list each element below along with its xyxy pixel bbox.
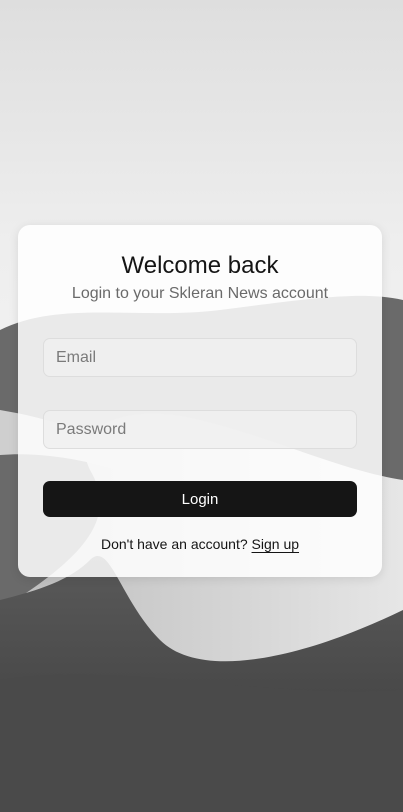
page-subtitle: Login to your Skleran News account	[71, 285, 329, 302]
signup-prompt: Don't have an account? Sign up	[18, 535, 382, 553]
login-button[interactable]: Login	[43, 481, 357, 517]
login-screen: Welcome back Login to your Skleran News …	[0, 0, 403, 812]
page-title: Welcome back	[121, 252, 279, 279]
password-field[interactable]	[43, 410, 357, 449]
login-card: Welcome back Login to your Skleran News …	[18, 225, 382, 577]
email-field[interactable]	[43, 338, 357, 377]
no-account-text: Don't have an account?	[100, 536, 248, 552]
signup-link[interactable]: Sign up	[252, 536, 299, 552]
